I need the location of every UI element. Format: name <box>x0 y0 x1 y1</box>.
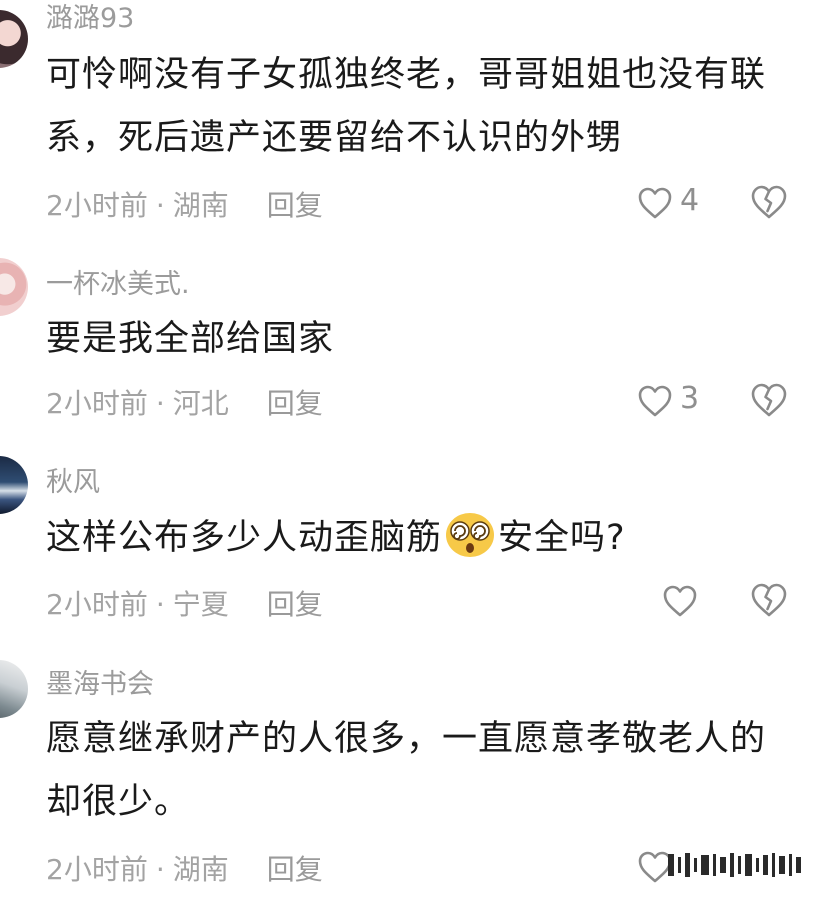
comment-text: 愿意继承财产的人很多，一直愿意孝敬老人的却很少。 <box>46 719 767 822</box>
broken-heart-icon[interactable] <box>750 582 788 618</box>
broken-heart-icon[interactable] <box>750 184 788 220</box>
comment-text: 可怜啊没有子女孤独终老，哥哥姐姐也没有联系，死后遗产还要留给不认识的外甥 <box>46 55 767 158</box>
meta-separator: · <box>155 853 165 886</box>
avatar[interactable] <box>0 456 28 514</box>
meta-separator: · <box>155 588 165 621</box>
reply-button[interactable]: 回复 <box>267 588 323 621</box>
broken-heart-icon[interactable] <box>750 382 788 418</box>
avatar[interactable] <box>0 10 28 68</box>
comment-username[interactable]: 墨海书会 <box>46 662 154 701</box>
comment-location: 湖南 <box>172 189 229 222</box>
comment-location: 湖南 <box>172 853 229 886</box>
comment-location: 河北 <box>172 387 229 420</box>
comment-meta: 2小时前 · 河北 回复 <box>46 382 323 422</box>
dizzy-face-emoji <box>446 513 495 557</box>
reply-button[interactable]: 回复 <box>267 387 323 420</box>
heart-outline-icon[interactable] <box>662 584 698 618</box>
comment-text-part: 安全吗? <box>498 518 626 558</box>
reply-button[interactable]: 回复 <box>267 853 323 886</box>
comment-time: 2小时前 <box>46 853 148 886</box>
comment-time: 2小时前 <box>46 588 148 621</box>
like-count: 3 <box>680 381 700 416</box>
reply-button[interactable]: 回复 <box>267 189 323 222</box>
comment-text: 要是我全部给国家 <box>46 319 335 359</box>
comment-username[interactable]: 秋风 <box>46 460 100 499</box>
meta-separator: · <box>155 189 165 222</box>
comment-text: 这样公布多少人动歪脑筋 安全吗? <box>46 507 786 570</box>
watermark <box>668 850 818 880</box>
comment-meta: 2小时前 · 湖南 回复 <box>46 184 323 224</box>
avatar[interactable] <box>0 660 28 718</box>
comment-location: 宁夏 <box>172 588 229 621</box>
heart-outline-icon[interactable] <box>637 186 673 220</box>
comment-text-part: 这样公布多少人动歪脑筋 <box>46 518 443 558</box>
heart-outline-icon[interactable] <box>637 384 673 418</box>
like-count: 4 <box>680 183 700 218</box>
comment-meta: 2小时前 · 湖南 回复 <box>46 848 323 888</box>
meta-separator: · <box>155 387 165 420</box>
avatar[interactable] <box>0 258 28 316</box>
comment-time: 2小时前 <box>46 189 148 222</box>
comment-username[interactable]: 一杯冰美式. <box>46 262 190 301</box>
comment-username[interactable]: 潞潞93 <box>46 0 134 35</box>
comment-time: 2小时前 <box>46 387 148 420</box>
comment-meta: 2小时前 · 宁夏 回复 <box>46 583 323 623</box>
